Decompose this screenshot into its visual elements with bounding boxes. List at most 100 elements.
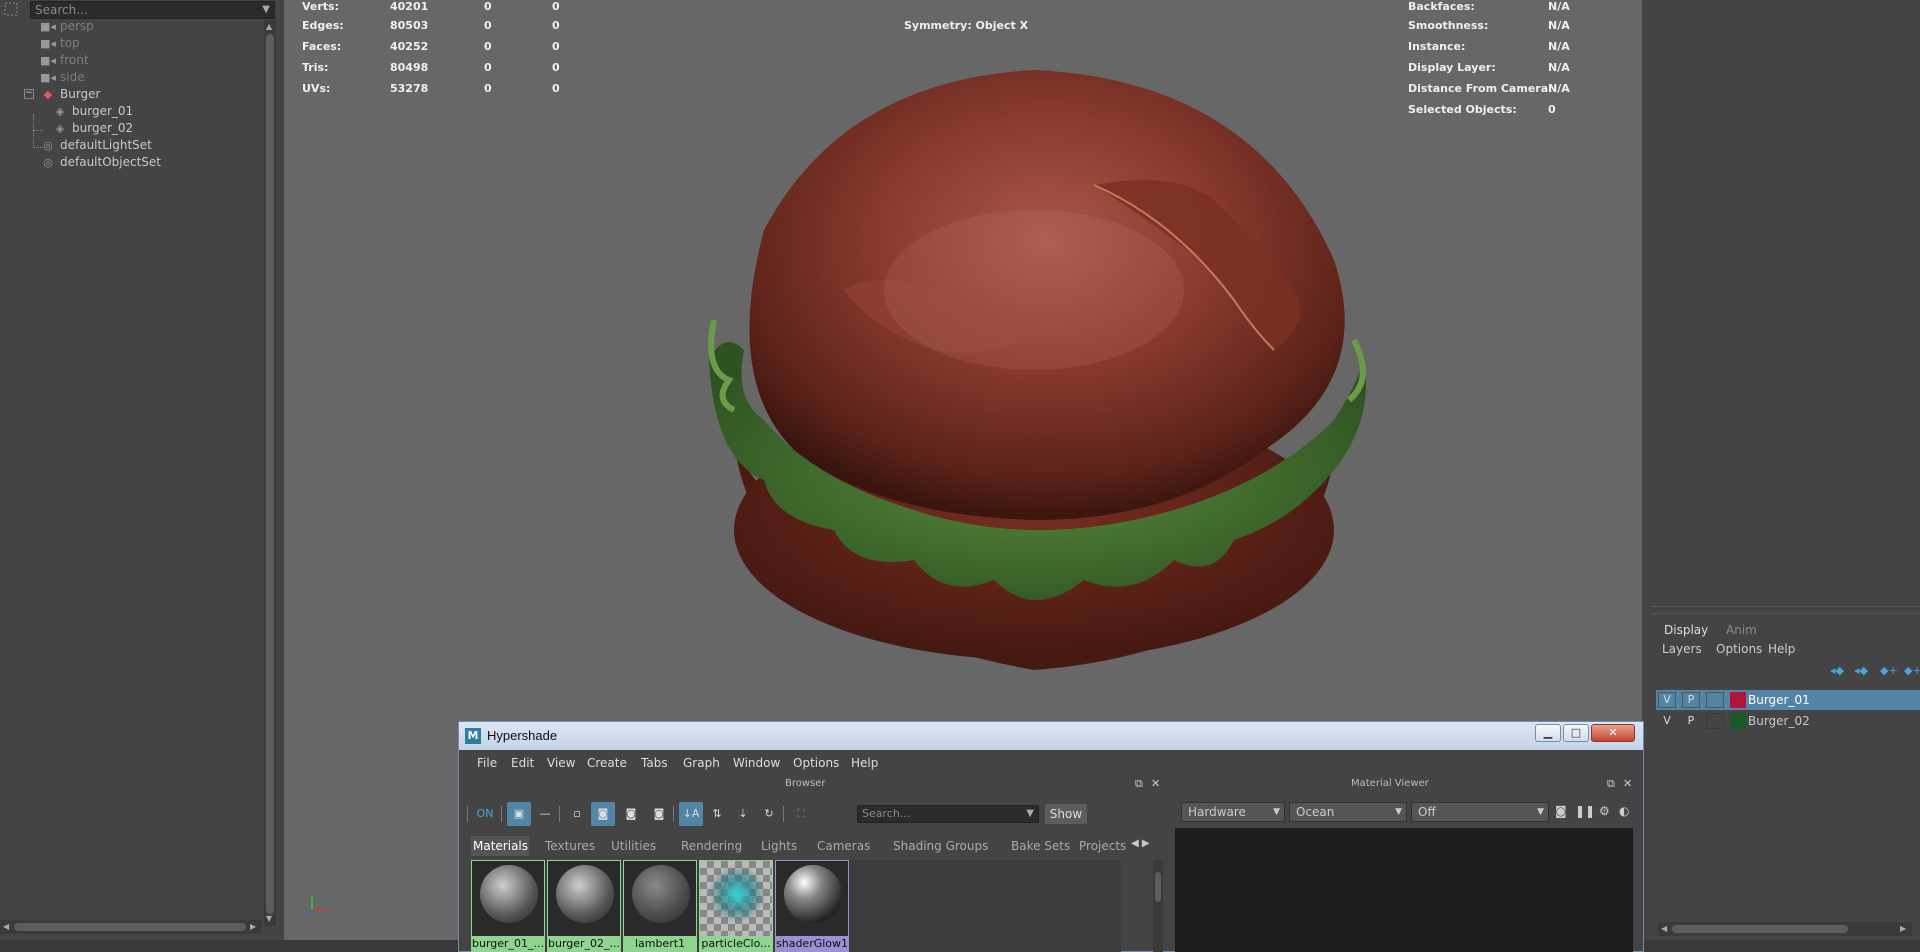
scroll-down-icon[interactable]: ▼ — [266, 914, 272, 923]
float-panel-icon[interactable]: ⧉ — [1607, 777, 1615, 791]
close-button[interactable]: ✕ — [1591, 724, 1635, 742]
pause-icon[interactable]: ❚❚ — [1575, 804, 1595, 818]
layer-row-burger-01[interactable]: V P Burger_01 — [1656, 690, 1920, 710]
material-swatch-burger-02[interactable]: burger_02_... — [547, 860, 621, 952]
menu-help[interactable]: Help — [851, 756, 878, 770]
close-panel-icon[interactable]: ✕ — [1623, 777, 1632, 790]
sort-time-icon[interactable]: ⇣ — [731, 802, 755, 826]
material-swatch-lambert1[interactable]: lambert1 — [623, 860, 697, 952]
browser-title: Browser — [785, 778, 826, 789]
hypershade-titlebar[interactable]: M Hypershade ▁ □ ✕ — [459, 722, 1643, 750]
float-panel-icon[interactable]: ⧉ — [1135, 777, 1143, 791]
gear-icon[interactable]: ⚙ — [1599, 804, 1610, 818]
material-swatch-burger-01[interactable]: burger_01_... — [471, 860, 545, 952]
outliner-panel: Search... ▼ ■◂ persp ■◂ top ■◂ front ■◂ side… — [0, 0, 280, 940]
display-type-toggle[interactable] — [1706, 713, 1724, 729]
scrollbar-thumb[interactable] — [266, 34, 274, 914]
menu-file[interactable]: File — [477, 756, 497, 770]
list-view-icon[interactable]: — — [533, 802, 557, 826]
scroll-right-icon[interactable]: ▶ — [250, 922, 256, 931]
tab-textures[interactable]: Textures — [543, 836, 597, 856]
small-icons-icon[interactable]: ▫ — [565, 802, 589, 826]
filter-icon[interactable] — [4, 2, 24, 18]
sort-type-icon[interactable]: ⇅ — [705, 802, 729, 826]
outliner-item-default-object-set[interactable]: ◎ defaultObjectSet — [40, 152, 161, 172]
renderer-dropdown[interactable]: Hardware ▼ — [1181, 802, 1285, 822]
move-layer-up-icon[interactable]: ◂◆ — [1830, 664, 1844, 677]
material-label: lambert1 — [624, 936, 696, 952]
scrollbar-thumb[interactable] — [1672, 925, 1848, 933]
menu-create[interactable]: Create — [587, 756, 627, 770]
shape-dropdown[interactable]: Ocean ▼ — [1289, 802, 1407, 822]
tab-scroll-arrows-icon[interactable]: ◀ ▶ — [1131, 838, 1150, 849]
new-layer-selected-icon[interactable]: ◆+ — [1904, 664, 1920, 677]
hypershade-browser-panel: Browser ⧉ ✕ ON ▣ — ▫ ◙ ◙ ◙ ↓A ⇅ ⇣ ↻ ⛶ Se… — [465, 776, 1165, 952]
collapse-toggle[interactable]: − — [24, 89, 34, 99]
menu-options[interactable]: Options — [793, 756, 839, 770]
on-toggle-icon[interactable]: ON — [473, 802, 497, 826]
playback-toggle[interactable]: P — [1682, 692, 1700, 708]
scrollbar-thumb[interactable] — [14, 923, 246, 931]
more-icon[interactable]: ◐ — [1619, 804, 1629, 818]
tab-cameras[interactable]: Cameras — [815, 836, 872, 856]
tab-display[interactable]: Display — [1664, 623, 1708, 637]
scroll-right-icon[interactable]: ▶ — [1900, 924, 1906, 933]
layer-color-swatch[interactable] — [1730, 692, 1746, 708]
menu-options[interactable]: Options — [1716, 642, 1762, 662]
scroll-left-icon[interactable]: ◀ — [3, 922, 9, 931]
visibility-toggle[interactable]: V — [1658, 692, 1676, 708]
browser-search-input[interactable]: Search... ▼ — [857, 805, 1039, 823]
new-layer-icon[interactable]: ◆+ — [1880, 664, 1898, 677]
swatch-view-icon[interactable]: ▣ — [507, 802, 531, 826]
minimize-button[interactable]: ▁ — [1535, 724, 1561, 742]
panel-divider[interactable] — [1652, 606, 1920, 614]
swatches-vertical-scrollbar[interactable] — [1153, 860, 1163, 952]
display-type-toggle[interactable] — [1706, 692, 1724, 708]
sort-alpha-icon[interactable]: ↓A — [679, 802, 703, 826]
show-button[interactable]: Show — [1045, 804, 1087, 824]
layer-color-swatch[interactable] — [1730, 713, 1746, 729]
menu-graph[interactable]: Graph — [683, 756, 720, 770]
menu-view[interactable]: View — [547, 756, 575, 770]
close-panel-icon[interactable]: ✕ — [1151, 777, 1160, 790]
outliner-horizontal-scrollbar[interactable]: ◀ ▶ — [0, 920, 262, 934]
refresh-icon[interactable]: ↻ — [757, 802, 781, 826]
scrollbar-thumb[interactable] — [1155, 872, 1161, 902]
material-swatch-shader-glow[interactable]: shaderGlow1 — [775, 860, 849, 952]
outliner-vertical-scrollbar[interactable]: ▲ ▼ — [264, 20, 276, 926]
tab-anim[interactable]: Anim — [1726, 623, 1757, 637]
layer-editor-horizontal-scrollbar[interactable]: ◀ ▶ — [1658, 922, 1912, 936]
menu-tabs[interactable]: Tabs — [641, 756, 668, 770]
frame-icon[interactable]: ⛶ — [789, 802, 813, 826]
menu-window[interactable]: Window — [733, 756, 780, 770]
material-swatch-particle-cloud[interactable]: particleClo... — [699, 860, 773, 952]
camera-icon[interactable]: ◙ — [1555, 804, 1567, 818]
tab-rendering[interactable]: Rendering — [679, 836, 744, 856]
chevron-down-icon[interactable]: ▼ — [1026, 806, 1034, 822]
tab-bake-sets[interactable]: Bake Sets — [1009, 836, 1072, 856]
medium-icons-icon[interactable]: ◙ — [591, 802, 615, 826]
maximize-button[interactable]: □ — [1563, 724, 1589, 742]
tab-materials[interactable]: Materials — [471, 836, 529, 856]
tab-shading-groups[interactable]: Shading Groups — [891, 836, 990, 856]
layer-row-burger-02[interactable]: V P Burger_02 — [1656, 711, 1920, 731]
tab-projects[interactable]: Projects — [1077, 836, 1128, 856]
menu-help[interactable]: Help — [1768, 642, 1795, 662]
xlarge-icons-icon[interactable]: ◙ — [647, 802, 671, 826]
scroll-up-icon[interactable]: ▲ — [266, 22, 272, 31]
material-preview-canvas[interactable] — [1175, 828, 1633, 952]
tab-utilities[interactable]: Utilities — [609, 836, 658, 856]
playback-toggle[interactable]: P — [1682, 713, 1700, 729]
environment-dropdown[interactable]: Off ▼ — [1411, 802, 1549, 822]
menu-layers[interactable]: Layers — [1662, 642, 1702, 662]
chevron-down-icon[interactable]: ▼ — [262, 2, 270, 18]
move-layer-down-icon[interactable]: ◂◆ — [1854, 664, 1868, 677]
large-icons-icon[interactable]: ◙ — [619, 802, 643, 826]
tab-lights[interactable]: Lights — [759, 836, 799, 856]
scroll-left-icon[interactable]: ◀ — [1661, 924, 1667, 933]
hud-value: 0 — [552, 82, 560, 95]
burger-3d-model[interactable] — [614, 60, 1374, 680]
menu-edit[interactable]: Edit — [511, 756, 534, 770]
outliner-item-label: side — [60, 70, 85, 84]
visibility-toggle[interactable]: V — [1658, 713, 1676, 729]
